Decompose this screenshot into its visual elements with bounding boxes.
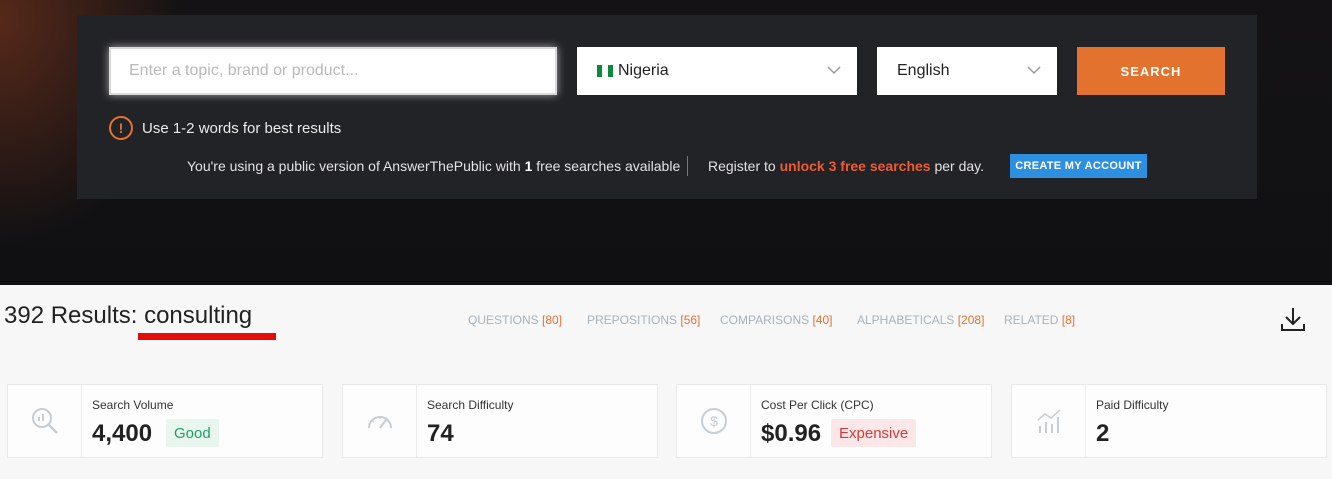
tab-prepositions[interactable]: PREPOSITIONS [56] <box>587 313 700 327</box>
create-account-button[interactable]: CREATE MY ACCOUNT <box>1010 154 1147 178</box>
register-suffix: per day. <box>930 158 985 174</box>
status-badge-expensive: Expensive <box>831 419 917 447</box>
notice-prefix: You're using a public version of AnswerT… <box>187 158 525 174</box>
search-panel: Nigeria English SEARCH ! Use 1-2 words f… <box>77 15 1257 199</box>
gauge-icon <box>367 416 392 429</box>
nigeria-flag-icon <box>597 65 613 77</box>
metric-icon-box: $ <box>677 385 751 457</box>
metric-icon-box <box>1012 385 1086 457</box>
metric-value: 4,400 <box>92 420 153 447</box>
register-notice: Register to unlock 3 free searches per d… <box>708 158 984 174</box>
search-chart-icon <box>31 408 58 434</box>
download-icon[interactable] <box>1280 306 1306 332</box>
metric-card-paid-difficulty: Paid Difficulty 2 <box>1011 384 1327 458</box>
tab-related[interactable]: RELATED [8] <box>1004 313 1075 327</box>
status-badge-good: Good <box>166 419 219 447</box>
metric-card-search-difficulty: Search Difficulty 74 <box>342 384 658 458</box>
svg-text:$: $ <box>710 413 718 429</box>
search-input[interactable] <box>109 47 557 95</box>
register-highlight-link[interactable]: unlock 3 free searches <box>780 158 931 174</box>
alert-icon: ! <box>109 116 133 140</box>
metric-label: Cost Per Click (CPC) <box>761 398 874 412</box>
chevron-down-icon <box>827 66 841 75</box>
metric-label: Paid Difficulty <box>1096 398 1169 412</box>
keyword-underline-annotation <box>138 333 276 340</box>
tab-alphabeticals[interactable]: ALPHABETICALS [208] <box>857 313 984 327</box>
notice-divider <box>687 156 688 176</box>
bar-trend-icon <box>1037 409 1060 433</box>
country-select-value: Nigeria <box>618 62 669 79</box>
tab-comparisons[interactable]: COMPARISONS [40] <box>720 313 832 327</box>
search-hint: ! Use 1-2 words for best results <box>109 116 341 140</box>
country-select[interactable]: Nigeria <box>577 47 857 95</box>
search-hint-text: Use 1-2 words for best results <box>142 119 342 137</box>
metric-card-search-volume: Search Volume 4,400 Good <box>7 384 323 458</box>
public-version-notice: You're using a public version of AnswerT… <box>187 158 680 174</box>
metric-value: 2 <box>1096 420 1110 447</box>
language-select-value: English <box>897 62 950 79</box>
hero-section: Nigeria English SEARCH ! Use 1-2 words f… <box>0 0 1332 285</box>
metric-icon-box <box>8 385 82 457</box>
dollar-icon: $ <box>700 408 727 434</box>
metric-value: 74 <box>427 420 454 447</box>
notice-suffix: free searches available <box>532 158 681 174</box>
search-button[interactable]: SEARCH <box>1077 47 1225 95</box>
metric-value: $0.96 <box>761 420 822 447</box>
metric-icon-box <box>343 385 417 457</box>
metric-label: Search Volume <box>92 398 174 412</box>
chevron-down-icon <box>1027 66 1041 75</box>
tab-questions[interactable]: QUESTIONS [80] <box>468 313 562 327</box>
metric-label: Search Difficulty <box>427 398 514 412</box>
metric-card-cpc: $ Cost Per Click (CPC) $0.96 Expensive <box>676 384 992 458</box>
language-select[interactable]: English <box>877 47 1057 95</box>
results-tabs: QUESTIONS [80] PREPOSITIONS [56] COMPARI… <box>0 313 1332 329</box>
register-prefix: Register to <box>708 158 780 174</box>
